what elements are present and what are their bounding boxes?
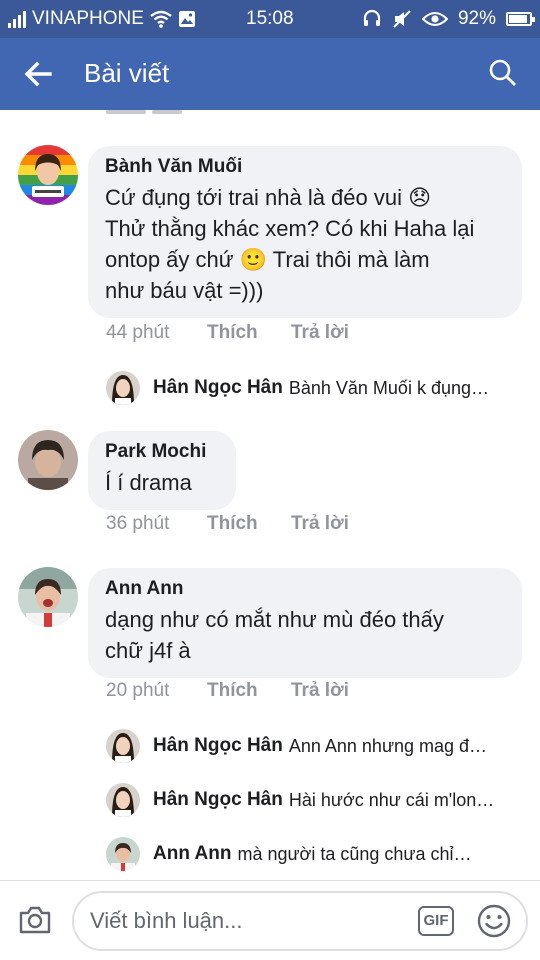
back-arrow-icon[interactable] <box>22 58 54 90</box>
gallery-icon <box>178 11 195 27</box>
app-bar: Bài viết <box>0 38 540 110</box>
avatar <box>106 837 140 871</box>
reply-preview[interactable]: Hân Ngọc Hân Ann Ann nhưng mag đ… <box>106 728 487 764</box>
comment-author[interactable]: Ann Ann <box>105 578 504 600</box>
comment-text: dạng như có mắt như mù đéo thấy chữ j4f … <box>105 607 444 663</box>
cut-off-previous-comment <box>106 110 182 114</box>
like-button[interactable]: Thích <box>207 322 258 344</box>
comment-time: 36 phút <box>106 513 170 534</box>
like-button[interactable]: Thích <box>207 513 258 535</box>
search-icon[interactable] <box>488 58 518 88</box>
girl-avatar-icon <box>106 729 140 763</box>
avatar[interactable] <box>18 430 78 490</box>
reply-text: Hài hước như cái m'lon… <box>288 789 495 810</box>
reply-author[interactable]: Hân Ngọc Hân <box>153 789 283 811</box>
avatar <box>106 371 140 405</box>
clock: 15:08 <box>246 8 294 29</box>
comment-time: 20 phút <box>106 680 170 701</box>
student-avatar-icon <box>106 837 140 871</box>
reply-button[interactable]: Trả lời <box>291 322 349 344</box>
reply-preview[interactable]: Hân Ngọc Hân Bành Văn Muối k đụng… <box>106 370 489 406</box>
reply-text: Bành Văn Muối k đụng… <box>288 377 489 398</box>
comment-bubble[interactable]: Park Mochi Í í drama <box>88 431 236 510</box>
reply-author[interactable]: Hân Ngọc Hân <box>153 735 283 757</box>
comment-time: 44 phút <box>106 322 170 343</box>
reply-text: Ann Ann nhưng mag đ… <box>288 735 488 756</box>
student-avatar-icon <box>18 567 78 627</box>
avatar[interactable] <box>18 145 78 205</box>
battery-icon <box>506 12 535 26</box>
comment-text: Cứ đụng tới trai nhà là đéo vui 😞 Thử th… <box>105 185 475 303</box>
avatar <box>106 729 140 763</box>
comment-text: Í í drama <box>105 470 192 495</box>
reply-author[interactable]: Hân Ngọc Hân <box>153 377 283 399</box>
status-bar: VINAPHONE 15:08 92% <box>0 0 540 38</box>
status-right: 92% <box>362 8 535 30</box>
comment-author[interactable]: Bành Văn Muối <box>105 156 504 178</box>
like-button[interactable]: Thích <box>207 680 258 702</box>
headset-icon <box>363 9 381 26</box>
reply-author[interactable]: Ann Ann <box>153 843 231 865</box>
carrier-label: VINAPHONE <box>32 8 144 29</box>
page-title: Bài viết <box>84 58 170 88</box>
eye-icon <box>421 12 448 26</box>
girl-avatar-icon <box>106 783 140 817</box>
battery-percent: 92% <box>457 8 496 29</box>
comment-input[interactable]: Viết bình luận... GIF <box>72 891 528 951</box>
reply-button[interactable]: Trả lời <box>291 680 349 702</box>
reply-preview[interactable]: Hân Ngọc Hân Hài hước như cái m'lon… <box>106 782 494 818</box>
reply-preview[interactable]: Ann Ann mà người ta cũng chưa chỉ… <box>106 836 471 872</box>
avatar[interactable] <box>18 567 78 627</box>
comments-feed[interactable]: Bành Văn Muối Cứ đụng tới trai nhà là đé… <box>0 110 540 880</box>
signal-icon <box>8 10 26 28</box>
smile-icon[interactable] <box>476 903 512 939</box>
gif-icon[interactable]: GIF <box>418 906 454 936</box>
rainbow-avatar-icon <box>18 145 78 205</box>
comment-bubble[interactable]: Ann Ann dạng như có mắt như mù đéo thấy … <box>88 568 522 678</box>
comment-placeholder: Viết bình luận... <box>90 908 243 933</box>
reply-button[interactable]: Trả lời <box>291 513 349 535</box>
status-left: VINAPHONE <box>8 8 196 30</box>
comment-bubble[interactable]: Bành Văn Muối Cứ đụng tới trai nhà là đé… <box>88 146 522 318</box>
avatar <box>106 783 140 817</box>
reply-text: mà người ta cũng chưa chỉ… <box>237 843 472 864</box>
mute-icon <box>393 10 411 28</box>
girl-avatar-icon <box>106 371 140 405</box>
comment-author[interactable]: Park Mochi <box>105 441 218 463</box>
camera-icon[interactable] <box>18 905 52 935</box>
boy-avatar-icon <box>18 430 78 490</box>
comment-composer: Viết bình luận... GIF <box>0 880 540 960</box>
wifi-icon <box>150 10 172 28</box>
